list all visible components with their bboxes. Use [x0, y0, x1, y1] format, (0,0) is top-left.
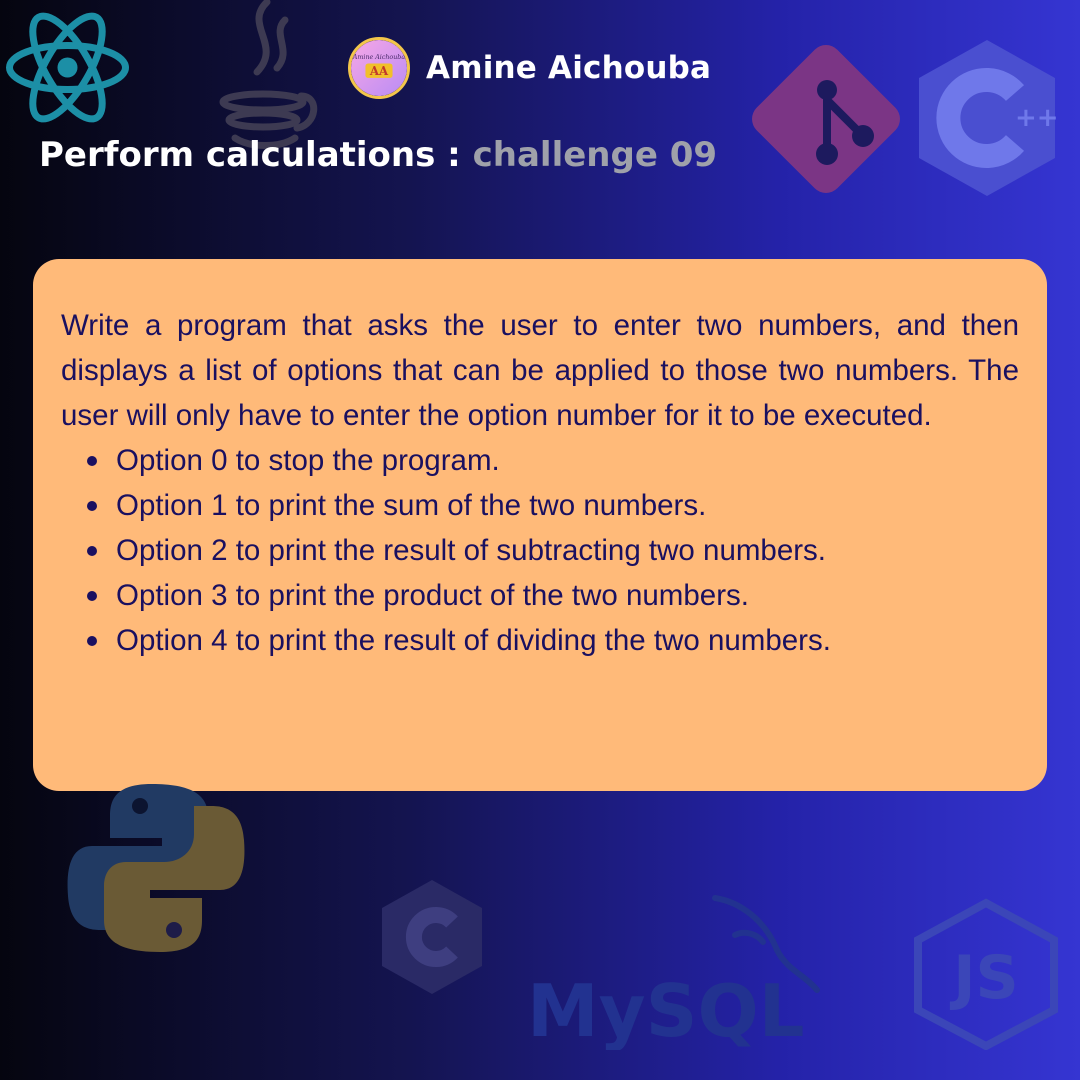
options-list: Option 0 to stop the program. Option 1 t…: [61, 438, 1019, 663]
avatar: Amine Aichouba AA: [348, 37, 410, 99]
challenge-description: Write a program that asks the user to en…: [61, 309, 1019, 432]
challenge-card: Write a program that asks the user to en…: [33, 259, 1047, 791]
author-name: Amine Aichouba: [426, 50, 712, 86]
bullet-icon: [87, 636, 97, 646]
mysql-icon: MySQL: [527, 895, 820, 1050]
python-icon: [67, 784, 245, 952]
option-text: Option 2 to print the result of subtract…: [116, 534, 827, 567]
list-item: Option 2 to print the result of subtract…: [61, 528, 1019, 573]
option-text: Option 0 to stop the program.: [116, 444, 500, 477]
svg-text:Amine Aichouba: Amine Aichouba: [352, 54, 405, 61]
header: Amine Aichouba AA Amine Aichouba: [348, 36, 711, 100]
option-text: Option 4 to print the result of dividing…: [116, 624, 831, 657]
bullet-icon: [87, 591, 97, 601]
cpp-icon: ++: [919, 40, 1059, 196]
svg-text:JS: JS: [949, 943, 1019, 1013]
bullet-icon: [87, 456, 97, 466]
title-sub: challenge 09: [472, 135, 718, 175]
page-title: Perform calculations : challenge 09: [39, 135, 717, 175]
bullet-icon: [87, 546, 97, 556]
svg-text:AA: AA: [369, 64, 389, 78]
svg-text:++: ++: [1015, 103, 1059, 133]
react-icon: [6, 12, 129, 123]
list-item: Option 4 to print the result of dividing…: [61, 618, 1019, 663]
c-icon: [382, 880, 482, 994]
bullet-icon: [87, 501, 97, 511]
list-item: Option 3 to print the product of the two…: [61, 573, 1019, 618]
list-item: Option 1 to print the sum of the two num…: [61, 483, 1019, 528]
option-text: Option 3 to print the product of the two…: [116, 579, 749, 612]
git-icon: [752, 45, 900, 193]
svg-text:MySQL: MySQL: [527, 969, 805, 1050]
nodejs-icon: JS: [914, 898, 1058, 1050]
title-main: Perform calculations :: [39, 135, 461, 175]
option-text: Option 1 to print the sum of the two num…: [116, 489, 707, 522]
list-item: Option 0 to stop the program.: [61, 438, 1019, 483]
